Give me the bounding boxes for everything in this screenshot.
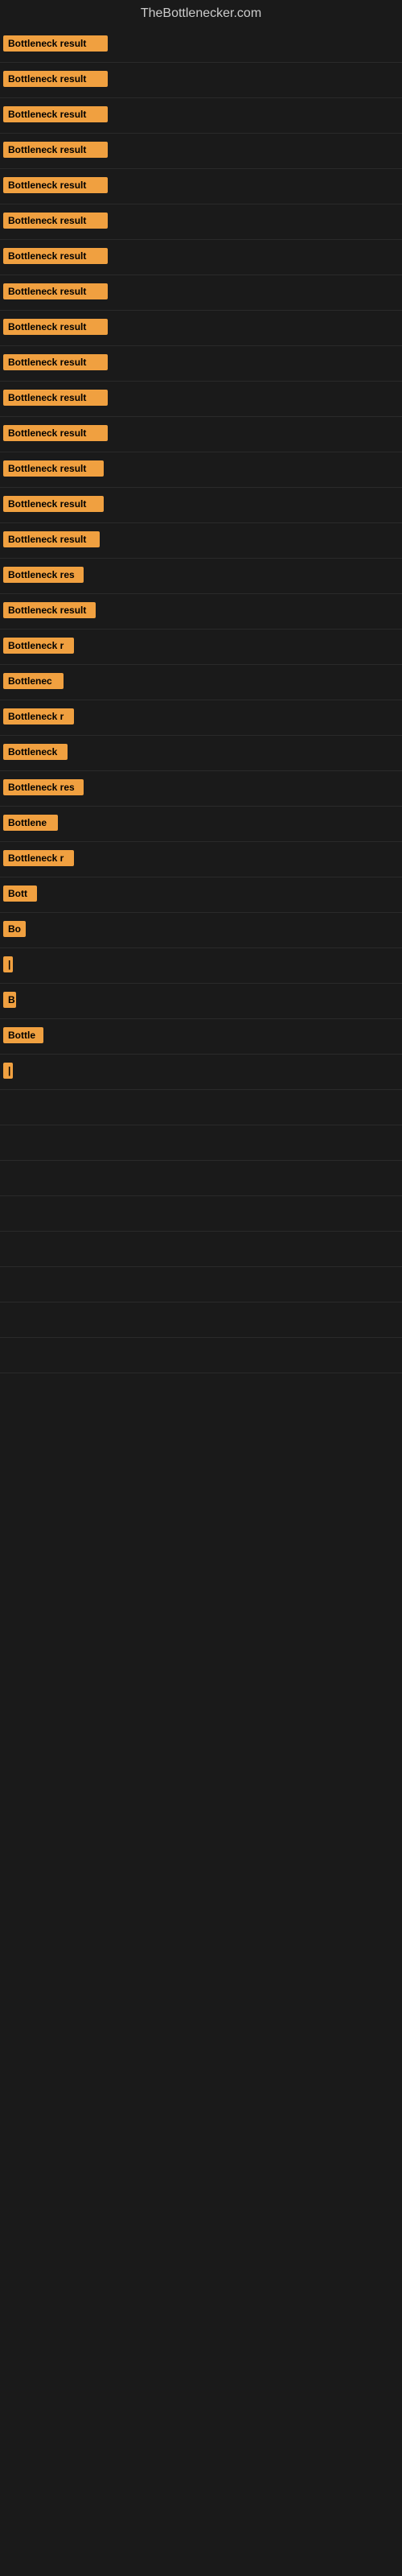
bottleneck-badge-2: Bottleneck result — [3, 106, 108, 122]
bottleneck-row-1: Bottleneck result — [0, 63, 402, 98]
bottleneck-badge-21: Bottleneck res — [3, 779, 84, 795]
bottleneck-row-32 — [0, 1161, 402, 1196]
bottleneck-row-35 — [0, 1267, 402, 1302]
bottleneck-badge-12: Bottleneck result — [3, 460, 104, 477]
bottleneck-row-33 — [0, 1196, 402, 1232]
bottleneck-badge-25: Bo — [3, 921, 26, 937]
bottleneck-row-21: Bottleneck res — [0, 771, 402, 807]
bottleneck-badge-3: Bottleneck result — [3, 142, 108, 158]
bottleneck-badge-16: Bottleneck result — [3, 602, 96, 618]
bottleneck-row-26: | — [0, 948, 402, 984]
bottleneck-badge-17: Bottleneck r — [3, 638, 74, 654]
bottleneck-badge-29: | — [3, 1063, 13, 1079]
bottleneck-badge-22: Bottlene — [3, 815, 58, 831]
bottleneck-row-11: Bottleneck result — [0, 417, 402, 452]
bottleneck-row-34 — [0, 1232, 402, 1267]
bottleneck-row-25: Bo — [0, 913, 402, 948]
bottleneck-row-28: Bottle — [0, 1019, 402, 1055]
bottleneck-badge-11: Bottleneck result — [3, 425, 108, 441]
bottleneck-row-27: B — [0, 984, 402, 1019]
bottleneck-badge-13: Bottleneck result — [3, 496, 104, 512]
bottleneck-badge-1: Bottleneck result — [3, 71, 108, 87]
bottleneck-badge-23: Bottleneck r — [3, 850, 74, 866]
bottleneck-badge-10: Bottleneck result — [3, 390, 108, 406]
bottleneck-badge-9: Bottleneck result — [3, 354, 108, 370]
bottleneck-row-3: Bottleneck result — [0, 134, 402, 169]
bottleneck-badge-19: Bottleneck r — [3, 708, 74, 724]
bottleneck-row-6: Bottleneck result — [0, 240, 402, 275]
bottleneck-row-20: Bottleneck — [0, 736, 402, 771]
bottleneck-row-36 — [0, 1302, 402, 1338]
bottleneck-badge-15: Bottleneck res — [3, 567, 84, 583]
bottleneck-row-23: Bottleneck r — [0, 842, 402, 877]
bottleneck-badge-8: Bottleneck result — [3, 319, 108, 335]
bottleneck-row-37 — [0, 1338, 402, 1373]
bottleneck-badge-24: Bott — [3, 886, 37, 902]
bottleneck-row-0: Bottleneck result — [0, 27, 402, 63]
bottleneck-row-19: Bottleneck r — [0, 700, 402, 736]
bottleneck-row-15: Bottleneck res — [0, 559, 402, 594]
bottleneck-badge-27: B — [3, 992, 16, 1008]
bottleneck-row-18: Bottlenec — [0, 665, 402, 700]
bottleneck-list: Bottleneck result Bottleneck result Bottle… — [0, 27, 402, 1373]
bottleneck-badge-0: Bottleneck result — [3, 35, 108, 52]
bottleneck-row-2: Bottleneck result — [0, 98, 402, 134]
bottleneck-row-14: Bottleneck result — [0, 523, 402, 559]
bottleneck-badge-14: Bottleneck result — [3, 531, 100, 547]
bottleneck-badge-18: Bottlenec — [3, 673, 64, 689]
bottleneck-row-29: | — [0, 1055, 402, 1090]
bottleneck-row-13: Bottleneck result — [0, 488, 402, 523]
bottleneck-row-30 — [0, 1090, 402, 1125]
bottleneck-row-5: Bottleneck result — [0, 204, 402, 240]
bottleneck-row-9: Bottleneck result — [0, 346, 402, 382]
bottleneck-row-24: Bott — [0, 877, 402, 913]
bottleneck-badge-20: Bottleneck — [3, 744, 68, 760]
bottleneck-badge-4: Bottleneck result — [3, 177, 108, 193]
bottleneck-row-12: Bottleneck result — [0, 452, 402, 488]
bottleneck-badge-5: Bottleneck result — [3, 213, 108, 229]
bottleneck-row-10: Bottleneck result — [0, 382, 402, 417]
bottleneck-badge-26: | — [3, 956, 13, 972]
site-title: TheBottlenecker.com — [0, 0, 402, 27]
bottleneck-row-4: Bottleneck result — [0, 169, 402, 204]
bottleneck-row-16: Bottleneck result — [0, 594, 402, 630]
bottleneck-badge-28: Bottle — [3, 1027, 43, 1043]
bottleneck-row-22: Bottlene — [0, 807, 402, 842]
bottleneck-row-8: Bottleneck result — [0, 311, 402, 346]
bottleneck-row-31 — [0, 1125, 402, 1161]
bottleneck-row-7: Bottleneck result — [0, 275, 402, 311]
bottleneck-badge-7: Bottleneck result — [3, 283, 108, 299]
bottleneck-badge-6: Bottleneck result — [3, 248, 108, 264]
bottleneck-row-17: Bottleneck r — [0, 630, 402, 665]
